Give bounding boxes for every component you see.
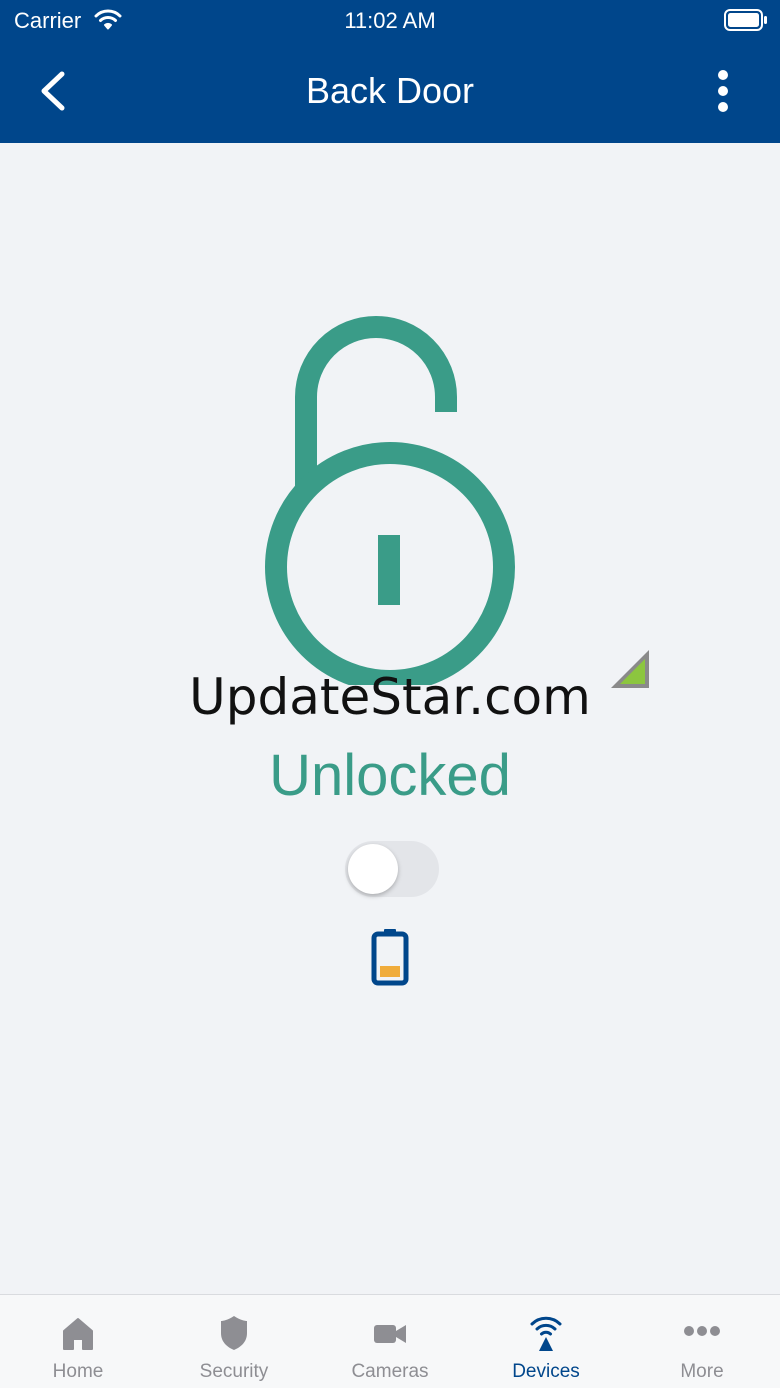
more-dots-icon — [684, 1326, 720, 1336]
app-header: Carrier 11:02 AM Back Door — [0, 0, 780, 143]
battery-low-icon — [371, 929, 409, 986]
lock-toggle[interactable] — [345, 841, 439, 897]
tab-security[interactable]: Security — [156, 1295, 312, 1388]
status-time: 11:02 AM — [344, 8, 436, 33]
status-bar: Carrier 11:02 AM — [0, 0, 780, 40]
battery-status-icon — [724, 9, 767, 31]
toggle-knob — [348, 844, 398, 894]
lock-status-label: Unlocked — [269, 743, 511, 808]
video-camera-icon — [374, 1325, 406, 1343]
watermark-text: UpdateStar.com — [189, 668, 591, 726]
home-icon — [63, 1318, 93, 1350]
shield-icon — [221, 1316, 247, 1350]
tab-bar: Home Security Cameras Devices More — [0, 1294, 780, 1388]
tab-more-label: More — [680, 1361, 724, 1382]
tab-more[interactable]: More — [624, 1295, 780, 1388]
tab-cameras[interactable]: Cameras — [312, 1295, 468, 1388]
signal-strength-icon — [611, 650, 649, 688]
more-options-icon[interactable] — [708, 68, 738, 114]
tab-home-label: Home — [52, 1361, 104, 1382]
padlock-open-icon[interactable] — [250, 305, 530, 685]
page-title: Back Door — [305, 70, 475, 111]
tab-security-label: Security — [199, 1361, 269, 1382]
tab-devices-label: Devices — [512, 1361, 580, 1382]
tab-home[interactable]: Home — [0, 1295, 156, 1388]
devices-wireless-icon — [530, 1316, 562, 1351]
tab-cameras-label: Cameras — [351, 1361, 429, 1382]
tab-devices[interactable]: Devices — [468, 1295, 624, 1388]
